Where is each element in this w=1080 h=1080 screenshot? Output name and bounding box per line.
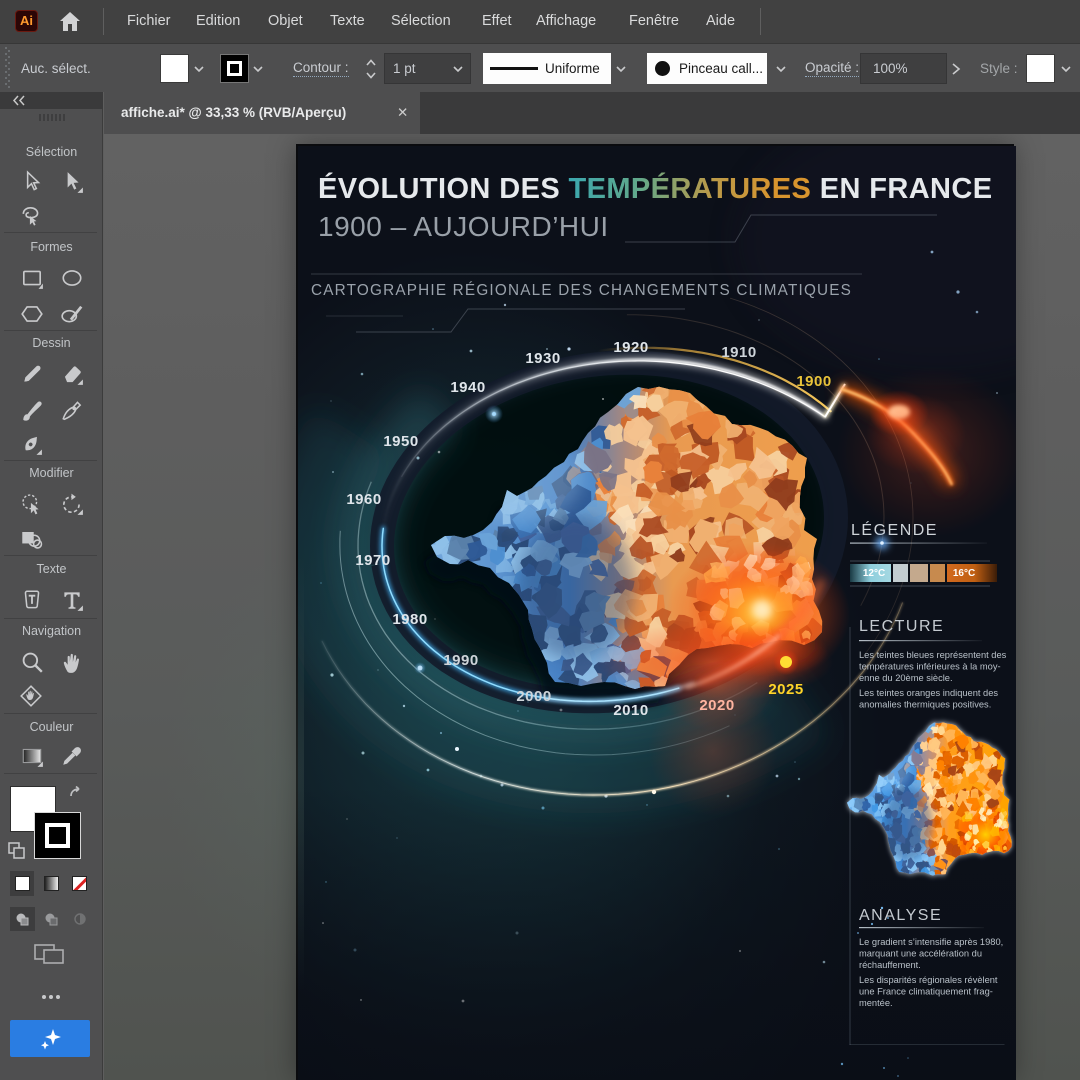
- svg-text:CARTOGRAPHIE RÉGIONALE DES CHA: CARTOGRAPHIE RÉGIONALE DES CHANGEMENTS C…: [311, 282, 852, 299]
- svg-text:LECTURE: LECTURE: [859, 618, 944, 635]
- svg-text:ÉVOLUTION DES TEMPÉRATURES EN: ÉVOLUTION DES TEMPÉRATURES EN FRANCE: [318, 171, 992, 205]
- svg-text:1910: 1910: [721, 344, 756, 361]
- svg-text:1960: 1960: [346, 491, 381, 508]
- svg-text:1920: 1920: [613, 339, 648, 356]
- svg-text:Les teintes oranges indiquent: Les teintes oranges indiquent des: [859, 688, 998, 698]
- svg-text:1900 – AUJOURD’HUI: 1900 – AUJOURD’HUI: [318, 211, 609, 242]
- svg-text:16°C: 16°C: [953, 568, 975, 579]
- svg-text:températures inférieures à la: températures inférieures à la moy-: [859, 662, 1001, 672]
- svg-text:réchauffement.: réchauffement.: [859, 960, 921, 970]
- svg-text:anomalies thermiques positives: anomalies thermiques positives.: [859, 700, 991, 710]
- svg-text:ANALYSE: ANALYSE: [859, 907, 942, 924]
- svg-text:marquant une accélération du: marquant une accélération du: [859, 949, 982, 959]
- svg-text:1940: 1940: [450, 379, 485, 396]
- svg-text:2025: 2025: [768, 681, 803, 698]
- svg-text:1930: 1930: [525, 350, 560, 367]
- svg-text:2000: 2000: [516, 688, 551, 705]
- svg-text:1970: 1970: [355, 552, 390, 569]
- svg-text:1950: 1950: [383, 433, 418, 450]
- svg-text:Les disparités régionales révè: Les disparités régionales révèlent: [859, 975, 998, 985]
- svg-text:1900: 1900: [796, 373, 831, 390]
- svg-text:une France climatiquement frag: une France climatiquement frag-: [859, 987, 993, 997]
- svg-text:enne du 20ème siècle.: enne du 20ème siècle.: [859, 673, 953, 683]
- svg-text:2010: 2010: [613, 702, 648, 719]
- svg-text:2020: 2020: [699, 697, 734, 714]
- svg-text:Les teintes bleues représenten: Les teintes bleues représentent des: [859, 650, 1007, 660]
- svg-text:Le gradient s’intensifie après: Le gradient s’intensifie après 1980,: [859, 937, 1003, 947]
- svg-text:1990: 1990: [443, 652, 478, 669]
- svg-text:12°C: 12°C: [863, 568, 885, 579]
- svg-text:mentée.: mentée.: [859, 998, 893, 1008]
- svg-text:LÉGENDE: LÉGENDE: [851, 520, 938, 539]
- svg-text:1980: 1980: [392, 611, 427, 628]
